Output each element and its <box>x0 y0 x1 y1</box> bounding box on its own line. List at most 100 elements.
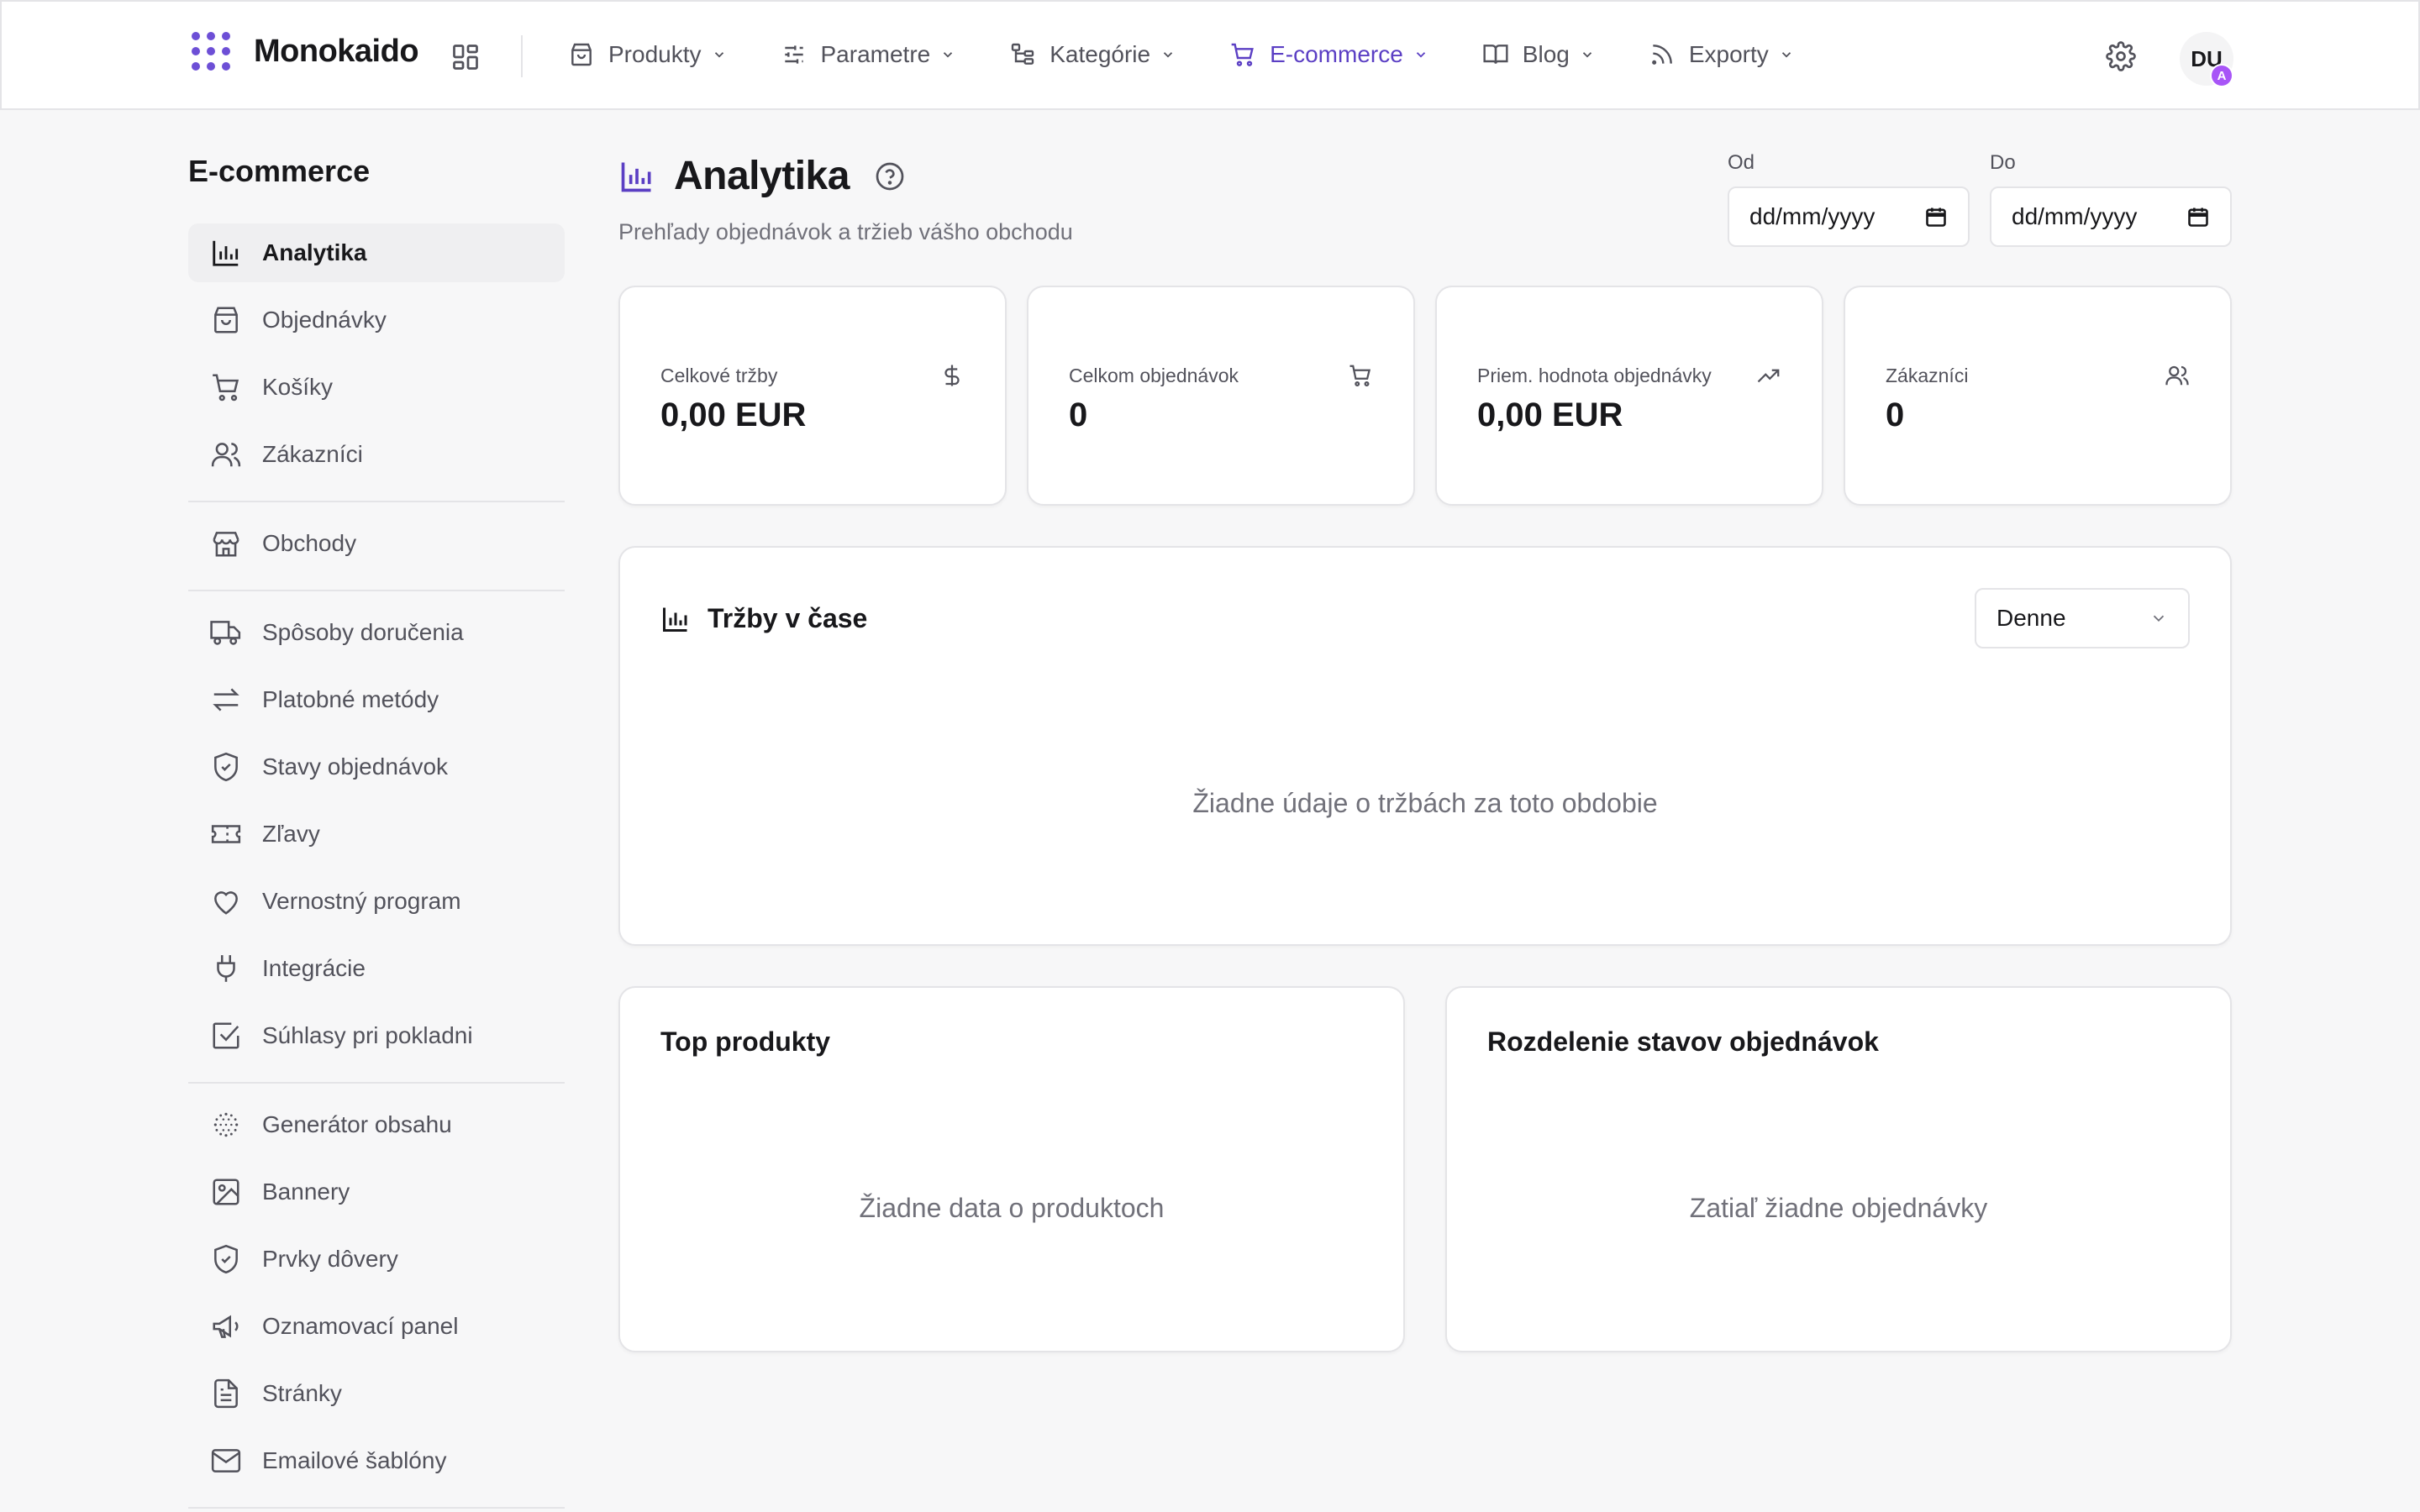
sidebar-item-zakaznici[interactable]: Zákazníci <box>188 425 565 484</box>
apps-grid-icon[interactable] <box>450 42 481 72</box>
arrows-icon <box>210 684 242 716</box>
sidebar-item-label: Bannery <box>262 1179 350 1205</box>
sidebar-item-stavy-objednavok[interactable]: Stavy objednávok <box>188 738 565 796</box>
sidebar-divider <box>188 501 565 502</box>
sidebar-item-label: Oznamovací panel <box>262 1313 459 1339</box>
sidebar-item-label: Košíky <box>262 374 334 400</box>
stat-card-avg-order: Priem. hodnota objednávky 0,00 EUR <box>1435 286 1823 506</box>
chevron-down-icon <box>1779 47 1794 62</box>
top-bar: Monokaido Produkty Parametre Kategórie E… <box>0 0 2420 110</box>
chevron-down-icon <box>1160 47 1176 62</box>
page-header: Analytika Prehľady objednávok a tržieb v… <box>618 153 1073 245</box>
top-products-card: Top produkty Žiadne data o produktoch <box>618 986 1405 1352</box>
nav-divider <box>521 35 523 77</box>
stat-value: 0 <box>1069 396 1088 433</box>
calendar-icon[interactable] <box>1924 205 1948 228</box>
bar-chart-icon <box>618 158 655 195</box>
top-products-empty-message: Žiadne data o produktoch <box>859 1193 1165 1223</box>
brand-name: Monokaido <box>254 33 419 69</box>
ticket-icon <box>210 818 242 850</box>
date-to-group: Do dd/mm/yyyy <box>1990 151 2232 247</box>
revenue-chart-card: Tržby v čase Denne Žiadne údaje o tržbác… <box>618 546 2232 946</box>
revenue-chart-title: Tržby v čase <box>708 603 868 633</box>
users-icon <box>2165 363 2190 388</box>
nav-label: Parametre <box>820 41 931 67</box>
sidebar-item-obchody[interactable]: Obchody <box>188 514 565 573</box>
stat-card-total-orders: Celkom objednávok 0 <box>1027 286 1415 506</box>
gear-icon[interactable] <box>2106 41 2136 71</box>
nav-item-ecommerce[interactable]: E-commerce <box>1229 41 1428 68</box>
avatar-badge: A <box>2210 64 2233 87</box>
file-text-icon <box>210 1378 242 1410</box>
nav-label: Kategórie <box>1050 41 1151 67</box>
bar-chart-icon <box>210 237 242 269</box>
sidebar-item-label: Stavy objednávok <box>262 753 449 780</box>
sidebar-item-objednavky[interactable]: Objednávky <box>188 291 565 349</box>
sidebar-divider <box>188 1507 565 1509</box>
sliders-icon <box>781 41 808 68</box>
sidebar-item-zlavy[interactable]: Zľavy <box>188 805 565 864</box>
chevron-down-icon <box>712 47 727 62</box>
nav-label: E-commerce <box>1270 41 1403 67</box>
nav-label: Produkty <box>608 41 702 67</box>
sidebar-title: E-commerce <box>188 154 371 188</box>
date-to-value: dd/mm/yyyy <box>2012 203 2138 229</box>
stat-label: Celkom objednávok <box>1069 365 1239 386</box>
nav-item-parametre[interactable]: Parametre <box>781 41 956 68</box>
stat-label: Zákazníci <box>1886 365 1969 386</box>
sidebar-item-emailove-sablony[interactable]: Emailové šablóny <box>188 1431 565 1490</box>
sidebar-item-label: Generátor obsahu <box>262 1111 452 1137</box>
sidebar-item-analytika[interactable]: Analytika <box>188 223 565 282</box>
sidebar-item-prvky-dovery[interactable]: Prvky dôvery <box>188 1230 565 1289</box>
sidebar-item-kosiky[interactable]: Košíky <box>188 358 565 417</box>
help-circle-icon[interactable] <box>875 161 905 192</box>
cart-icon <box>210 371 242 403</box>
sidebar-item-sposoby-dorucenia[interactable]: Spôsoby doručenia <box>188 603 565 662</box>
date-from-group: Od dd/mm/yyyy <box>1728 151 1970 247</box>
sidebar-item-oznamovaci-panel[interactable]: Oznamovací panel <box>188 1297 565 1356</box>
date-to-input[interactable]: dd/mm/yyyy <box>1990 186 2232 247</box>
cart-icon <box>1348 363 1373 388</box>
sidebar-item-generator-obsahu[interactable]: Generátor obsahu <box>188 1095 565 1154</box>
nav-item-produkty[interactable]: Produkty <box>568 41 727 68</box>
date-from-value: dd/mm/yyyy <box>1749 203 1876 229</box>
shield-check-icon <box>210 1243 242 1275</box>
sidebar-divider <box>188 1082 565 1084</box>
sidebar-item-stranky[interactable]: Stránky <box>188 1364 565 1423</box>
date-from-input[interactable]: dd/mm/yyyy <box>1728 186 1970 247</box>
stat-card-total-revenue: Celkové tržby 0,00 EUR <box>618 286 1007 506</box>
sidebar-item-label: Súhlasy pri pokladni <box>262 1022 473 1048</box>
checkbox-icon <box>210 1020 242 1052</box>
sidebar-item-label: Vernostný program <box>262 888 461 914</box>
sidebar-item-label: Prvky dôvery <box>262 1246 398 1272</box>
calendar-icon[interactable] <box>2186 205 2210 228</box>
logo[interactable]: Monokaido <box>192 32 419 71</box>
shield-check-icon <box>210 751 242 783</box>
period-select-value: Denne <box>1996 605 2066 631</box>
sidebar-item-label: Integrácie <box>262 955 366 981</box>
sidebar-item-bannery[interactable]: Bannery <box>188 1163 565 1221</box>
sidebar-item-label: Emailové šablóny <box>262 1447 447 1473</box>
date-to-label: Do <box>1990 151 2016 174</box>
chevron-down-icon <box>1413 47 1428 62</box>
date-from-label: Od <box>1728 151 1755 174</box>
plug-icon <box>210 953 242 984</box>
sidebar-item-vernostny-program[interactable]: Vernostný program <box>188 872 565 931</box>
sidebar-item-platobne-metody[interactable]: Platobné metódy <box>188 670 565 729</box>
sparkle-dots-icon <box>210 1109 242 1141</box>
sidebar-item-label: Obchody <box>262 530 357 556</box>
truck-icon <box>210 617 242 648</box>
sidebar-item-integracie[interactable]: Integrácie <box>188 939 565 998</box>
cart-icon <box>1229 41 1256 68</box>
shopping-bag-icon <box>568 41 595 68</box>
sidebar-item-suhlasy[interactable]: Súhlasy pri pokladni <box>188 1006 565 1065</box>
top-products-title: Top produkty <box>660 1026 831 1057</box>
nav-item-kategorie[interactable]: Kategórie <box>1009 41 1176 68</box>
order-status-empty-message: Zatiaľ žiadne objednávky <box>1689 1193 1988 1223</box>
nav-item-exporty[interactable]: Exporty <box>1649 41 1794 68</box>
chevron-down-icon <box>1580 47 1595 62</box>
period-select[interactable]: Denne <box>1975 588 2190 648</box>
nav-item-blog[interactable]: Blog <box>1482 41 1595 68</box>
stat-label: Priem. hodnota objednávky <box>1477 365 1712 386</box>
store-icon <box>210 528 242 559</box>
